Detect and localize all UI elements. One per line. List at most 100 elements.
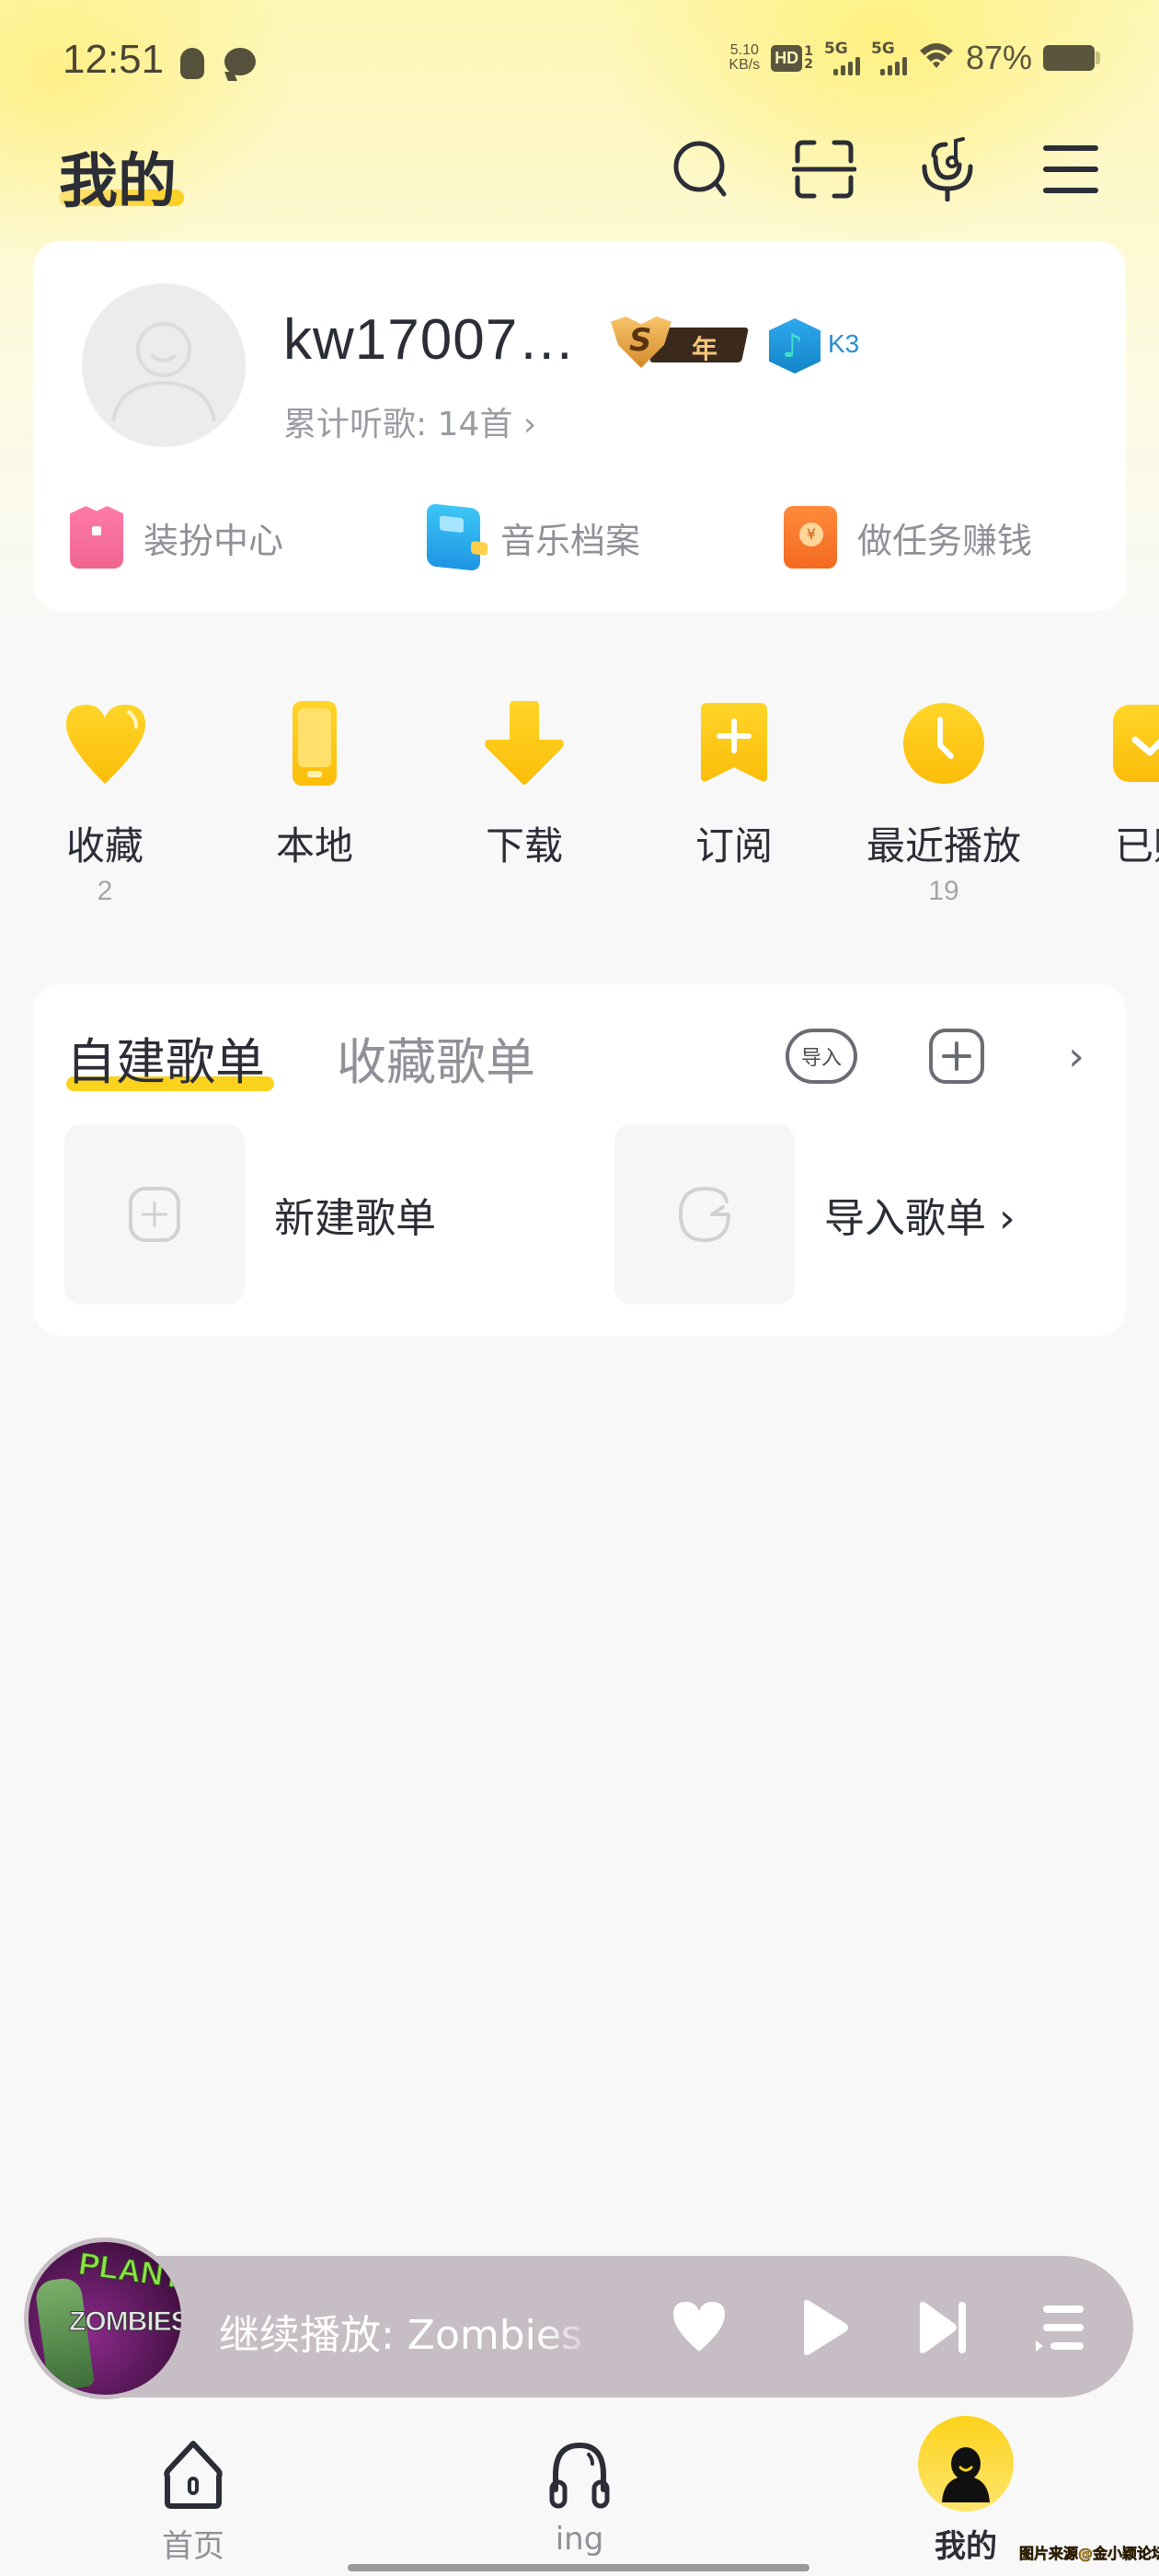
- hd-sim-bottom: 2: [804, 57, 813, 72]
- import-button-label: 导入: [800, 1047, 842, 1070]
- add-playlist-button[interactable]: [929, 1029, 984, 1084]
- username[interactable]: kw17007…: [283, 307, 576, 373]
- play-button[interactable]: [786, 2291, 859, 2364]
- heart-icon: [66, 705, 145, 784]
- play-icon: [804, 2300, 848, 2355]
- avatar[interactable]: [82, 283, 246, 447]
- new-playlist-item[interactable]: 新建歌单: [64, 1124, 543, 1305]
- cover-title-top: PLANTS: [76, 2246, 186, 2299]
- playlist-queue-button[interactable]: [1023, 2291, 1096, 2364]
- quick-link-label: 装扮中心: [143, 520, 284, 561]
- home-indicator[interactable]: [348, 2564, 809, 2571]
- page-title: 我的: [59, 148, 177, 216]
- now-playing-text[interactable]: 继续播放: Zombies: [219, 2302, 605, 2361]
- music-archive-icon: [427, 502, 480, 572]
- network-speed-value: 5.10: [729, 42, 759, 58]
- queue-list-icon: [1036, 2306, 1084, 2352]
- heart-icon: [673, 2302, 725, 2352]
- scan-button[interactable]: [789, 134, 859, 204]
- nav-label: 首页: [162, 2528, 224, 2565]
- qq-notification-icon: [180, 48, 204, 79]
- next-track-button[interactable]: [905, 2291, 979, 2364]
- nav-mine[interactable]: 我的: [874, 2410, 1058, 2565]
- chevron-right-icon: ›: [1068, 1032, 1084, 1080]
- nav-playing[interactable]: ing: [488, 2410, 671, 2558]
- page-header: 我的: [0, 129, 1159, 216]
- sim1-network-type: 5G: [823, 40, 848, 58]
- shortcut-label: 已购: [1114, 823, 1159, 868]
- profile-card: kw17007… 年 S ♪ K3 累计听歌: 14首 › 装扮中心 音乐档案 …: [33, 241, 1126, 611]
- phone-icon: [293, 701, 337, 786]
- battery-percent: 87%: [965, 39, 1032, 76]
- sim2-signal-icon: 5G: [871, 40, 907, 75]
- quick-link-label: 做任务赚钱: [857, 520, 1033, 561]
- like-button[interactable]: [662, 2291, 736, 2364]
- plus-icon: [129, 1187, 180, 1242]
- vip-badge-text: 年: [692, 334, 718, 364]
- shortcut-label: 订阅: [694, 823, 773, 868]
- music-note-icon: ♪: [782, 328, 803, 365]
- shortcut-label: 本地: [275, 823, 353, 868]
- search-icon: [673, 141, 727, 197]
- playlist-item-label: 新建歌单: [274, 1195, 436, 1242]
- quick-links: 装扮中心 音乐档案 做任务赚钱: [70, 500, 1100, 574]
- bottom-navigation: 首页 ing 我的: [0, 2410, 1159, 2576]
- purchased-icon: [1113, 705, 1159, 782]
- import-playlist-thumb: [614, 1124, 795, 1305]
- search-button[interactable]: [666, 134, 736, 204]
- playlist-more-button[interactable]: ›: [1058, 1029, 1095, 1084]
- subscribe-icon: [701, 703, 767, 782]
- quick-link-tasks[interactable]: 做任务赚钱: [784, 500, 1032, 574]
- shortcut-label: 下载: [485, 823, 563, 868]
- home-icon: [164, 2441, 223, 2509]
- album-cover[interactable]: PLANTS ZOMBIES: [24, 2237, 186, 2399]
- profile-icon: [942, 2447, 990, 2502]
- message-notification-icon: [224, 48, 256, 75]
- music-level-badge[interactable]: ♪ K3: [769, 318, 898, 374]
- tab-collected-playlists[interactable]: 收藏歌单: [337, 1021, 535, 1094]
- import-playlist-item[interactable]: 导入歌单 ›: [614, 1124, 1093, 1305]
- quick-link-music-archive[interactable]: 音乐档案: [427, 500, 640, 574]
- clock-icon: [903, 703, 984, 784]
- menu-button[interactable]: [1036, 134, 1106, 204]
- status-bar: 12:51 5.10 KB/s HD 1 2 5G 5G 87%: [0, 35, 1159, 90]
- download-icon: [485, 701, 564, 785]
- import-playlist-button[interactable]: 导入: [786, 1029, 857, 1084]
- red-envelope-icon: [784, 506, 837, 569]
- tab-my-playlists[interactable]: 自建歌单: [66, 1021, 265, 1094]
- shortcut-count: 19: [928, 876, 959, 906]
- network-speed: 5.10 KB/s: [729, 43, 760, 73]
- playlist-card: 自建歌单 收藏歌单 导入 › 新建歌单 导入歌单 ›: [33, 984, 1126, 1336]
- listen-count-link[interactable]: 累计听歌: 14首 ›: [283, 397, 536, 445]
- quick-link-dress-up[interactable]: 装扮中心: [70, 500, 283, 574]
- karaoke-button[interactable]: [912, 134, 982, 204]
- sim2-network-type: 5G: [870, 40, 895, 58]
- sim1-signal-icon: 5G: [824, 40, 860, 75]
- status-indicators: 5.10 KB/s HD 1 2 5G 5G 87%: [729, 39, 1100, 77]
- watermark: 图片来源@金小颖论坛: [1019, 2545, 1159, 2563]
- headphones-icon: [549, 2442, 610, 2509]
- vip-badge-letter: S: [629, 322, 652, 359]
- playlist-item-label: 导入歌单 ›: [824, 1195, 1016, 1242]
- shortcut-row[interactable]: 收藏 2 本地 下载 订阅 最近播放 19 已购: [0, 697, 1159, 918]
- status-time: 12:51: [63, 37, 165, 82]
- wifi-icon: [918, 40, 955, 76]
- level-text: K3: [828, 329, 860, 358]
- hd-voice-icon: HD: [771, 44, 803, 72]
- menu-icon: [1043, 145, 1098, 193]
- vip-year-badge[interactable]: 年 S: [611, 316, 750, 368]
- shortcut-label: 最近播放: [866, 823, 1021, 868]
- default-avatar-icon: [111, 322, 216, 422]
- new-playlist-thumb: [64, 1124, 245, 1305]
- network-speed-unit: KB/s: [729, 57, 761, 73]
- plus-icon: [942, 1041, 971, 1071]
- hd-sim-index: 1 2: [804, 45, 813, 71]
- dress-up-icon: [70, 506, 123, 569]
- nav-home[interactable]: 首页: [101, 2410, 285, 2565]
- quick-link-label: 音乐档案: [500, 520, 641, 561]
- battery-icon: [1043, 45, 1100, 71]
- import-icon: [679, 1187, 730, 1242]
- karaoke-mic-icon: [922, 137, 973, 201]
- hd-sim-top: 1: [804, 44, 813, 59]
- cover-title-bottom: ZOMBIES: [69, 2306, 186, 2338]
